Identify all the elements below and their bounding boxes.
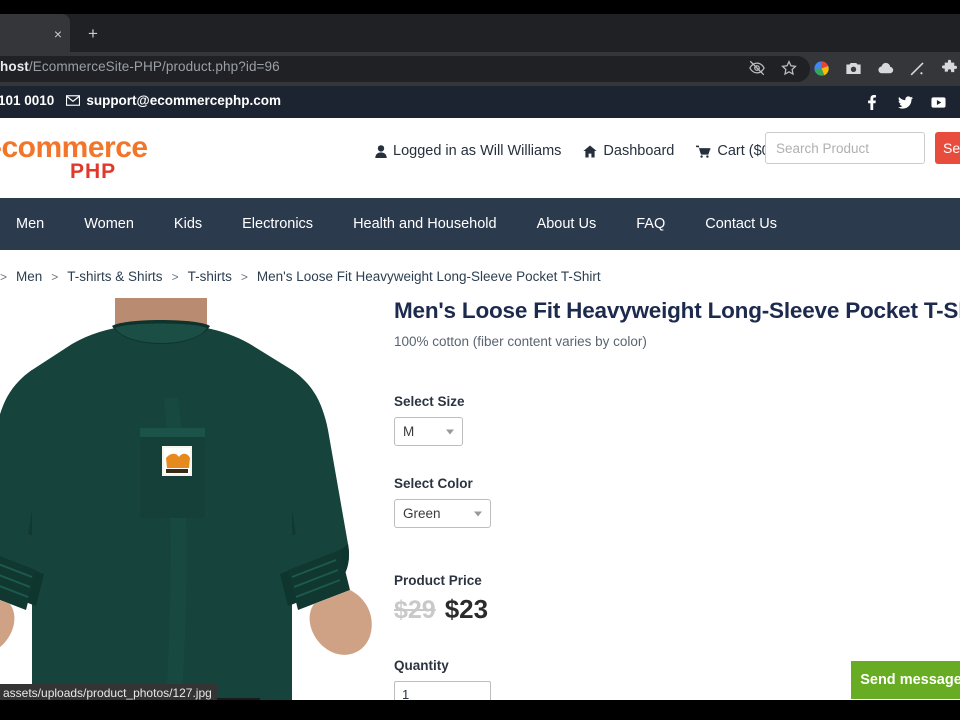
send-message-button[interactable]: Send message	[851, 661, 960, 699]
youtube-icon[interactable]	[930, 94, 946, 110]
nav-item-contact-us[interactable]: Contact Us	[705, 216, 777, 232]
browser-status-bar: assets/uploads/product_photos/127.jpg	[0, 684, 217, 700]
logo-php-text: PHP	[70, 160, 117, 183]
phone-number: 101 0010	[0, 93, 55, 108]
size-field-group: Select Size M	[394, 394, 960, 446]
social-links-group	[864, 94, 946, 110]
size-selected-value: M	[403, 424, 415, 439]
breadcrumb-item-tshirts-and-shirts[interactable]: T-shirts & Shirts	[67, 269, 162, 284]
contact-info-group: 101 0010 support@ecommercephp.com	[0, 93, 281, 108]
address-bar-url[interactable]: host/EcommerceSite-PHP/product.php?id=96	[0, 59, 720, 74]
browser-extension-icons	[812, 58, 959, 78]
camera-extension-icon[interactable]	[844, 59, 863, 78]
envelope-icon	[66, 95, 81, 106]
breadcrumb-item-tshirts[interactable]: T-shirts	[188, 269, 232, 284]
color-select[interactable]: Green	[394, 499, 491, 528]
breadcrumb-item-men[interactable]: Men	[16, 269, 42, 284]
product-image[interactable]	[0, 298, 390, 700]
omnibar-icon-group	[748, 58, 798, 78]
breadcrumb-separator-0: >	[0, 269, 8, 284]
support-email: support@ecommercephp.com	[86, 93, 282, 108]
logged-in-user-link[interactable]: Logged in as Will Williams	[375, 143, 561, 159]
product-subtitle: 100% cotton (fiber content varies by col…	[394, 334, 647, 349]
dashboard-label: Dashboard	[603, 143, 675, 159]
site-logo[interactable]: -commerce PHP	[0, 124, 200, 186]
search-input[interactable]	[765, 132, 925, 164]
url-host: host	[0, 59, 29, 74]
size-label: Select Size	[394, 394, 465, 409]
site-header: -commerce PHP Logged in as Will Williams…	[0, 118, 960, 192]
dashboard-link[interactable]: Dashboard	[583, 143, 674, 159]
breadcrumb-separator-2: >	[171, 269, 179, 284]
twitter-icon[interactable]	[897, 94, 913, 110]
breadcrumb: > Men > T-shirts & Shirts > T-shirts > M…	[0, 269, 700, 284]
price-row: $29 $23	[394, 594, 960, 625]
tab-close-icon[interactable]: ×	[50, 26, 66, 42]
web-page: 101 0010 support@ecommercephp.com -comme…	[0, 86, 960, 700]
color-field-group: Select Color Green	[394, 476, 960, 528]
cloud-extension-icon[interactable]	[876, 59, 895, 78]
price-new: $23	[444, 594, 489, 624]
support-email-group[interactable]: support@ecommercephp.com	[66, 93, 281, 108]
chevron-down-icon	[446, 429, 454, 434]
color-label: Select Color	[394, 476, 473, 491]
nav-item-faq[interactable]: FAQ	[636, 216, 665, 232]
size-select[interactable]: M	[394, 417, 463, 446]
nav-item-women[interactable]: Women	[84, 216, 134, 232]
browser-tabstrip	[0, 14, 960, 52]
user-icon	[375, 144, 387, 158]
eye-slash-icon[interactable]	[748, 59, 766, 77]
nav-item-about-us[interactable]: About Us	[537, 216, 597, 232]
quantity-input[interactable]	[394, 681, 491, 700]
header-links-group: Logged in as Will Williams Dashboard Car…	[375, 143, 795, 159]
logged-in-user-label: Logged in as Will Williams	[393, 143, 562, 159]
nav-item-health-and-household[interactable]: Health and Household	[353, 216, 497, 232]
price-old: $29	[394, 596, 436, 624]
star-icon[interactable]	[780, 59, 798, 77]
nav-item-kids[interactable]: Kids	[174, 216, 202, 232]
window-top-strip	[0, 0, 960, 14]
site-top-utility-bar: 101 0010 support@ecommercephp.com	[0, 86, 960, 118]
pen-extension-icon[interactable]	[908, 59, 927, 78]
product-title: Men's Loose Fit Heavyweight Long-Sleeve …	[394, 298, 960, 323]
main-navigation: Men Women Kids Electronics Health and Ho…	[0, 198, 960, 250]
price-label: Product Price	[394, 573, 482, 588]
screen-root: × + host/EcommerceSite-PHP/product.php?i…	[0, 0, 960, 720]
color-selected-value: Green	[403, 506, 441, 521]
url-path: /EcommerceSite-PHP/product.php?id=96	[28, 59, 280, 74]
nav-item-electronics[interactable]: Electronics	[242, 216, 313, 232]
chevron-down-icon	[474, 511, 482, 516]
search-button[interactable]: Search	[935, 132, 960, 164]
cart-icon	[696, 145, 711, 158]
colorful-globe-extension-icon[interactable]	[812, 59, 831, 78]
home-icon	[583, 145, 598, 157]
breadcrumb-separator-3: >	[240, 269, 248, 284]
breadcrumb-separator-1: >	[51, 269, 59, 284]
nav-item-men[interactable]: Men	[16, 216, 44, 232]
product-photo-graphic	[0, 298, 390, 700]
nav-items-group: Men Women Kids Electronics Health and Ho…	[16, 198, 777, 250]
puzzle-extension-icon[interactable]	[940, 59, 959, 78]
product-info-panel: Men's Loose Fit Heavyweight Long-Sleeve …	[394, 298, 960, 700]
breadcrumb-current-product: Men's Loose Fit Heavyweight Long-Sleeve …	[256, 269, 601, 284]
window-bottom-strip	[0, 700, 960, 720]
price-group: Product Price $29 $23	[394, 573, 960, 625]
new-tab-icon[interactable]: +	[84, 25, 102, 43]
facebook-icon[interactable]	[864, 94, 880, 110]
